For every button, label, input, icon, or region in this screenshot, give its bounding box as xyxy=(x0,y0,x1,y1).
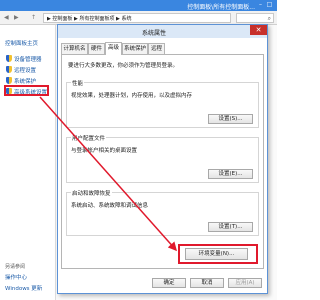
forward-icon[interactable]: ▶ xyxy=(14,14,19,21)
dialog-title: 系统属性 xyxy=(142,30,167,37)
tab-remote[interactable]: 远程 xyxy=(148,43,165,54)
shield-icon xyxy=(6,66,12,73)
breadcrumb[interactable]: ▶ 控制面板 ▶ 所有控制面板项 ▶ 系统 xyxy=(43,13,231,23)
advanced-settings-highlight xyxy=(4,85,49,96)
startup-recovery-settings-button[interactable]: 设置(T)... xyxy=(208,222,253,232)
user-profiles-group: 用户配置文件 与登录帐户相关的桌面设置 设置(E)... xyxy=(66,134,259,183)
startup-recovery-group-title: 启动和故障恢复 xyxy=(71,189,112,197)
performance-group-desc: 视觉效果，处理器计划，内存使用，以及虚拟内存 xyxy=(71,93,193,99)
user-profiles-group-desc: 与登录帐户相关的桌面设置 xyxy=(71,148,138,154)
cancel-button[interactable]: 取消 xyxy=(190,278,224,288)
dialog-titlebar: 系统属性 ✕ xyxy=(58,25,267,38)
startup-recovery-group: 启动和故障恢复 系统启动、系统故障和调试信息 设置(T)... xyxy=(66,189,259,236)
window-title: 控制面板\所有控制面板... xyxy=(187,4,255,11)
tab-advanced[interactable]: 高级 xyxy=(105,42,122,55)
environment-variables-highlight xyxy=(178,244,258,264)
shield-icon xyxy=(6,77,12,84)
back-icon[interactable]: ◀ xyxy=(4,14,9,21)
up-icon[interactable]: ↑ xyxy=(31,14,36,21)
sidebar-item-action-center[interactable]: 操作中心 xyxy=(5,273,27,281)
search-icon: ⌕ xyxy=(267,15,271,22)
tab-system-protection[interactable]: 系统保护 xyxy=(122,43,148,54)
tab-computer-name[interactable]: 计算机名 xyxy=(61,43,88,54)
sidebar-item-remote-settings[interactable]: 远程设置 xyxy=(6,66,36,75)
sidebar-item-label: 远程设置 xyxy=(14,68,37,74)
see-also-heading: 另请参阅 xyxy=(5,264,26,270)
control-panel-titlebar: 控制面板\所有控制面板... – □ xyxy=(0,0,277,11)
address-bar: ◀ ▶ ↑ ▶ 控制面板 ▶ 所有控制面板项 ▶ 系统 ⌕ xyxy=(0,11,277,25)
sidebar-item-windows-update[interactable]: Windows 更新 xyxy=(5,284,42,292)
sidebar-home-link[interactable]: 控制面板主页 xyxy=(5,39,38,47)
ok-button[interactable]: 确定 xyxy=(152,278,186,288)
performance-group: 性能 视觉效果，处理器计划，内存使用，以及虚拟内存 设置(S)... xyxy=(66,79,259,128)
sidebar: 控制面板主页 设备管理器 远程设置 系统保护 高级系统设置 另请参阅 操作中心 … xyxy=(0,25,55,300)
apply-button[interactable]: 应用(A) xyxy=(228,278,262,288)
startup-recovery-group-desc: 系统启动、系统故障和调试信息 xyxy=(71,203,149,209)
breadcrumb-text: ▶ 控制面板 ▶ 所有控制面板项 ▶ 系统 xyxy=(47,16,132,22)
system-properties-dialog: 系统属性 ✕ 计算机名 硬件 高级 系统保护 远程 要进行大多数更改，你必须作为… xyxy=(57,24,268,294)
performance-settings-button[interactable]: 设置(S)... xyxy=(208,114,253,124)
minimize-icon[interactable]: – xyxy=(256,1,265,9)
close-icon[interactable]: ✕ xyxy=(250,25,267,35)
sidebar-item-label: 设备管理器 xyxy=(14,57,42,63)
sidebar-item-device-manager[interactable]: 设备管理器 xyxy=(6,55,42,64)
user-profiles-settings-button[interactable]: 设置(E)... xyxy=(208,169,253,179)
admin-note: 要进行大多数更改，你必须作为管理员登录。 xyxy=(68,63,179,69)
tab-hardware[interactable]: 硬件 xyxy=(88,43,105,54)
maximize-icon[interactable]: □ xyxy=(265,1,274,9)
performance-group-title: 性能 xyxy=(71,79,85,87)
shield-icon xyxy=(6,55,12,62)
user-profiles-group-title: 用户配置文件 xyxy=(71,134,107,142)
search-input[interactable]: ⌕ xyxy=(236,13,274,23)
